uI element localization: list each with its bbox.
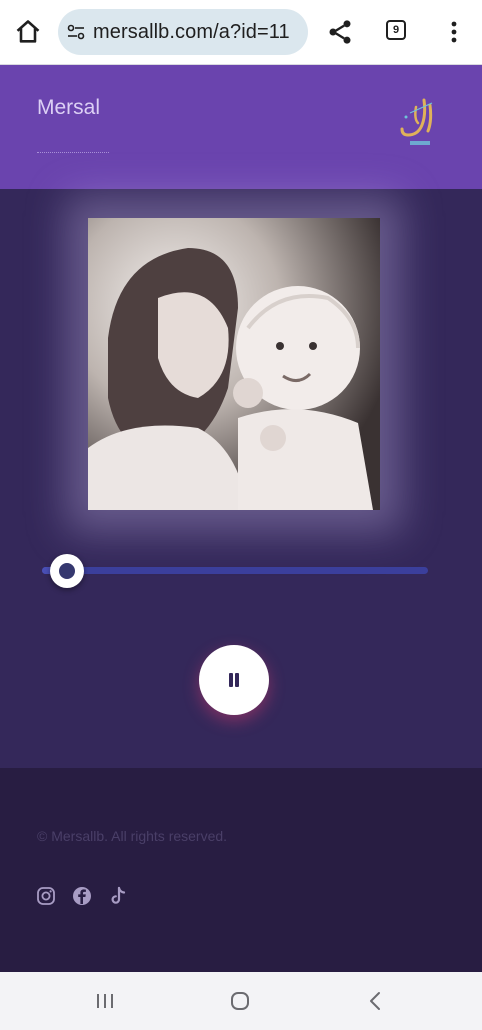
- seek-bar-thumb[interactable]: [50, 554, 84, 588]
- home-icon[interactable]: [14, 18, 42, 46]
- pause-button[interactable]: [199, 645, 269, 715]
- more-options-icon[interactable]: [442, 18, 466, 46]
- tab-switcher-button[interactable]: 9: [386, 20, 406, 40]
- instagram-icon[interactable]: [36, 886, 56, 906]
- copyright-text: © Mersallb. All rights reserved.: [37, 828, 228, 844]
- site-footer: © Mersallb. All rights reserved.: [0, 768, 482, 972]
- audio-player: [0, 189, 482, 768]
- pause-icon-bar-left: [229, 673, 233, 687]
- share-icon[interactable]: [326, 18, 354, 46]
- mother-and-baby-photo-icon: [88, 218, 380, 510]
- title-underline: [37, 152, 109, 154]
- site-header: Mersal: [0, 65, 482, 189]
- facebook-icon[interactable]: [72, 886, 92, 906]
- seek-bar[interactable]: [42, 567, 428, 574]
- site-settings-icon[interactable]: [66, 22, 86, 42]
- back-icon[interactable]: [364, 989, 388, 1013]
- pause-icon-bar-right: [235, 673, 239, 687]
- system-navigation-bar: [0, 972, 482, 1030]
- url-text: mersallb.com/a?id=11: [93, 21, 290, 43]
- address-bar[interactable]: mersallb.com/a?id=11: [58, 9, 308, 55]
- recent-apps-icon[interactable]: [93, 989, 117, 1013]
- tiktok-icon[interactable]: [108, 886, 128, 906]
- artwork-image: [88, 218, 380, 510]
- site-title[interactable]: Mersal: [37, 96, 100, 120]
- seek-thumb-dot: [59, 563, 75, 579]
- browser-toolbar: mersallb.com/a?id=11 9: [0, 0, 482, 65]
- home-nav-icon[interactable]: [228, 989, 252, 1013]
- mersal-logo-icon[interactable]: [396, 95, 438, 155]
